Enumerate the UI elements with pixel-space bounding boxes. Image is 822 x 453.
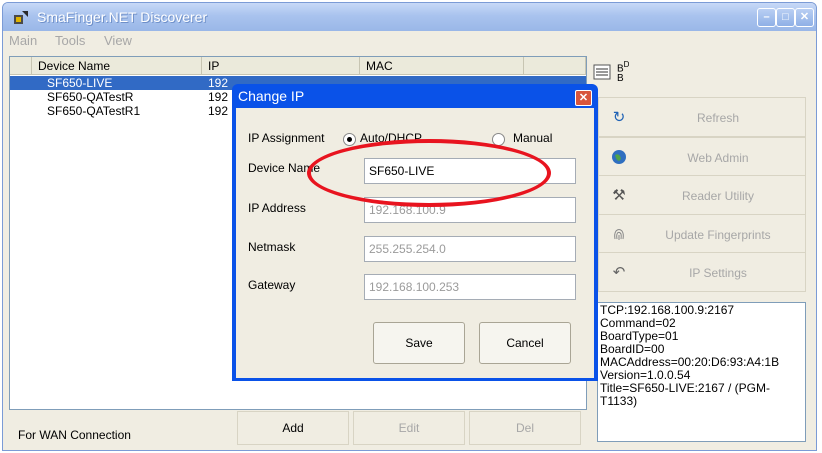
list-view-icon[interactable]	[593, 64, 611, 80]
ip-address-label: IP Address	[248, 201, 306, 215]
update-fingerprints-button[interactable]: Update Fingerprints	[598, 214, 806, 254]
ip-settings-button[interactable]: ↶ IP Settings	[598, 252, 806, 292]
window-title: SmaFinger.NET Discoverer	[37, 9, 208, 25]
refresh-icon: ↻	[612, 109, 626, 126]
web-admin-label: Web Admin	[687, 151, 749, 165]
menu-main[interactable]: Main	[9, 33, 37, 48]
menu-bar: Main Tools View	[3, 31, 816, 51]
reader-utility-label: Reader Utility	[681, 189, 755, 203]
menu-view[interactable]: View	[104, 33, 132, 48]
manual-label[interactable]: Manual	[513, 131, 552, 145]
ip-assignment-label: IP Assignment	[248, 131, 325, 145]
update-fingerprints-label: Update Fingerprints	[665, 228, 771, 242]
add-button[interactable]: Add	[237, 411, 349, 445]
app-icon	[14, 11, 28, 24]
detail-view-icon[interactable]: BD B	[617, 60, 629, 84]
cancel-button[interactable]: Cancel	[479, 322, 571, 364]
auto-dhcp-radio[interactable]	[343, 133, 356, 146]
del-button[interactable]: Del	[469, 411, 581, 445]
view-toolbar: BD B	[590, 60, 642, 84]
column-header-extra[interactable]	[524, 57, 586, 75]
ip-cell: 192	[208, 90, 229, 104]
minimize-button[interactable]: –	[757, 8, 776, 27]
device-name-cell: SF650-QATestR1	[47, 104, 141, 118]
column-header-ip[interactable]: IP	[202, 57, 360, 75]
column-header-device-name[interactable]: Device Name	[32, 57, 202, 75]
netmask-label: Netmask	[248, 240, 296, 254]
ip-cell: 192	[208, 104, 229, 118]
device-name-cell: SF650-LIVE	[47, 76, 113, 90]
refresh-button[interactable]: ↻ Refresh	[598, 97, 806, 137]
column-header-blank[interactable]	[10, 57, 32, 75]
save-button[interactable]: Save	[373, 322, 465, 364]
gateway-label: Gateway	[248, 278, 296, 292]
dialog-title: Change IP	[238, 88, 305, 104]
tools-icon: ⚒	[612, 187, 626, 204]
ip-settings-label: IP Settings	[689, 266, 747, 280]
reader-utility-button[interactable]: ⚒ Reader Utility	[598, 175, 806, 215]
title-bar[interactable]: SmaFinger.NET Discoverer – □ ✕	[3, 3, 816, 31]
close-button[interactable]: ✕	[795, 8, 814, 27]
fingerprint-icon	[610, 226, 628, 244]
device-name-cell: SF650-QATestR	[47, 90, 134, 104]
refresh-label: Refresh	[696, 111, 740, 125]
highlight-ellipse	[307, 139, 551, 207]
globe-icon	[610, 149, 628, 167]
device-info-box[interactable]: TCP:192.168.100.9:2167 Command=02 BoardT…	[597, 302, 806, 442]
edit-button[interactable]: Edit	[353, 411, 465, 445]
column-header-mac[interactable]: MAC	[360, 57, 524, 75]
web-admin-button[interactable]: Web Admin	[598, 137, 806, 177]
ip-cell: 192	[208, 76, 229, 90]
info-line: Title=SF650-LIVE:2167 / (PGM-T1133)	[600, 381, 770, 408]
menu-tools[interactable]: Tools	[55, 33, 85, 48]
ip-settings-icon: ↶	[612, 264, 626, 281]
gateway-field[interactable]: 192.168.100.253	[364, 274, 576, 300]
change-ip-dialog: Change IP ✕ IP Assignment Auto/DHCP Manu…	[232, 84, 598, 381]
netmask-field[interactable]: 255.255.254.0	[364, 236, 576, 262]
wan-connection-label: For WAN Connection	[18, 428, 131, 442]
dialog-close-button[interactable]: ✕	[575, 90, 592, 106]
maximize-button[interactable]: □	[776, 8, 795, 27]
